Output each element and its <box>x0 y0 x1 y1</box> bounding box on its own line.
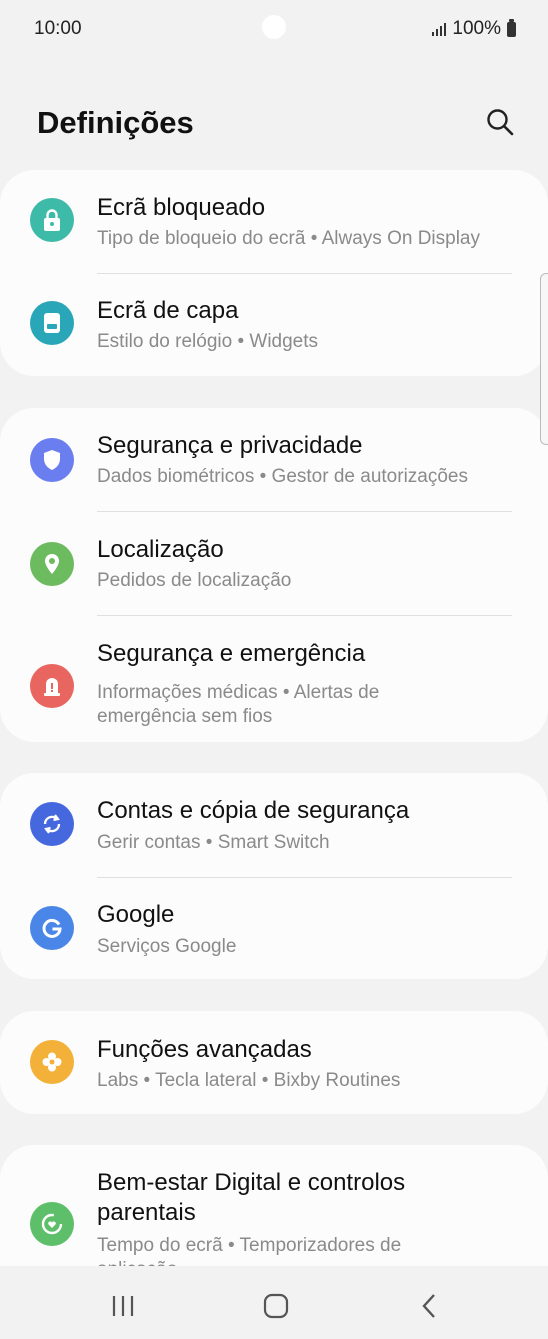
home-icon <box>263 1293 289 1319</box>
item-subtitle: Informações médicas • Alertas de <box>97 682 380 703</box>
settings-card-accounts: Contas e cópia de segurança Gerir contas… <box>0 773 548 979</box>
battery-icon <box>507 18 516 37</box>
item-subtitle: Gerir contas • Smart Switch <box>97 832 330 853</box>
recent-apps-button[interactable] <box>103 1286 143 1326</box>
page-title: Definições <box>37 105 194 140</box>
settings-item-advanced-features[interactable]: Funções avançadas Labs • Tecla lateral •… <box>0 1011 548 1114</box>
home-button[interactable] <box>256 1286 296 1326</box>
status-bar: 10:00 100% <box>0 0 548 60</box>
item-title: Contas e cópia de segurança <box>97 797 410 824</box>
location-pin-icon <box>30 542 74 586</box>
status-indicators: 100% <box>432 18 516 40</box>
settings-item-location[interactable]: Localização Pedidos de localização <box>0 512 548 616</box>
item-title: Ecrã de capa <box>97 297 239 324</box>
header: Definições <box>0 90 548 160</box>
item-title-line2: parentais <box>97 1199 196 1226</box>
item-title: Funções avançadas <box>97 1036 312 1063</box>
sync-icon <box>30 802 74 846</box>
search-icon <box>487 109 514 136</box>
item-subtitle: Pedidos de localização <box>97 570 292 591</box>
recent-apps-icon <box>112 1296 134 1316</box>
navigation-bar <box>0 1266 548 1339</box>
search-button[interactable] <box>480 102 520 142</box>
scrollbar[interactable] <box>540 273 548 445</box>
item-subtitle: Estilo do relógio • Widgets <box>97 331 319 352</box>
settings-item-security-privacy[interactable]: Segurança e privacidade Dados biométrico… <box>0 408 548 512</box>
settings-item-safety-emergency[interactable]: Segurança e emergência Informações médic… <box>0 616 548 742</box>
settings-card-advanced: Funções avançadas Labs • Tecla lateral •… <box>0 1011 548 1114</box>
settings-card-display: Ecrã bloqueado Tipo de bloqueio do ecrã … <box>0 170 548 376</box>
back-button[interactable] <box>410 1286 450 1326</box>
cover-screen-icon <box>30 301 74 345</box>
settings-item-lock-screen[interactable]: Ecrã bloqueado Tipo de bloqueio do ecrã … <box>0 170 548 273</box>
back-icon <box>422 1294 435 1318</box>
settings-item-accounts-backup[interactable]: Contas e cópia de segurança Gerir contas… <box>0 773 548 877</box>
item-subtitle-line2: aplicação <box>97 1258 177 1266</box>
settings-item-cover-screen[interactable]: Ecrã de capa Estilo do relógio • Widgets <box>0 273 548 376</box>
item-title: Ecrã bloqueado <box>97 194 266 221</box>
item-title: Google <box>97 901 175 928</box>
item-subtitle: Serviços Google <box>97 936 237 957</box>
item-subtitle: Tipo de bloqueio do ecrã • Always On Dis… <box>97 228 480 249</box>
item-subtitle: Dados biométricos • Gestor de autorizaçõ… <box>97 466 468 487</box>
shield-icon <box>30 438 74 482</box>
status-time: 10:00 <box>34 18 82 39</box>
item-title: Segurança e emergência <box>97 640 366 667</box>
item-subtitle: Tempo do ecrã • Temporizadores de <box>97 1235 402 1256</box>
lock-icon <box>30 198 74 242</box>
advanced-features-icon <box>30 1040 74 1084</box>
item-title: Localização <box>97 536 224 563</box>
front-camera <box>262 15 286 39</box>
digital-wellbeing-icon <box>30 1202 74 1246</box>
signal-icon <box>432 22 447 36</box>
item-title: Segurança e privacidade <box>97 432 363 459</box>
settings-item-google[interactable]: Google Serviços Google <box>0 877 548 979</box>
settings-card-security: Segurança e privacidade Dados biométrico… <box>0 408 548 742</box>
item-subtitle-line2: emergência sem fios <box>97 706 273 727</box>
item-title: Bem-estar Digital e controlos <box>97 1169 406 1196</box>
settings-item-digital-wellbeing[interactable]: Bem-estar Digital e controlos parentais … <box>0 1145 548 1266</box>
emergency-icon <box>30 664 74 708</box>
battery-percent: 100% <box>452 18 501 39</box>
item-subtitle: Labs • Tecla lateral • Bixby Routines <box>97 1070 401 1091</box>
google-icon <box>30 906 74 950</box>
